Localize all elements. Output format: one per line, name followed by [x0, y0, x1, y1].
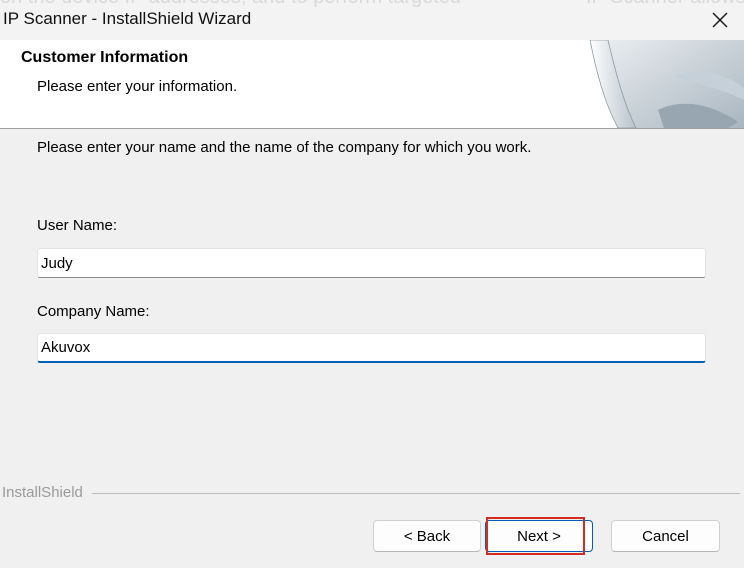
company-name-field[interactable] [37, 333, 706, 363]
installshield-banner-art [589, 40, 744, 128]
installshield-divider: InstallShield [0, 484, 740, 502]
cancel-button[interactable]: Cancel [611, 520, 720, 552]
user-name-label: User Name: [37, 217, 118, 234]
back-button[interactable]: < Back [373, 520, 481, 552]
divider-rule [92, 493, 740, 494]
company-name-label: Company Name: [37, 303, 150, 320]
page-title: Customer Information [21, 49, 189, 66]
wizard-header: Customer Information Please enter your i… [0, 40, 744, 129]
close-button[interactable] [696, 0, 744, 40]
next-button-highlight [486, 517, 585, 555]
background-text-left: on the device IP addresses, and to perfo… [0, 0, 461, 9]
close-icon [712, 12, 728, 28]
installshield-brand: InstallShield [2, 484, 89, 501]
instruction-text: Please enter your name and the name of t… [37, 139, 532, 156]
title-bar: on the device IP addresses, and to perfo… [0, 0, 744, 40]
user-name-field[interactable] [37, 248, 706, 278]
page-subtitle: Please enter your information. [37, 78, 238, 95]
window-title: IP Scanner - InstallShield Wizard [3, 9, 252, 28]
